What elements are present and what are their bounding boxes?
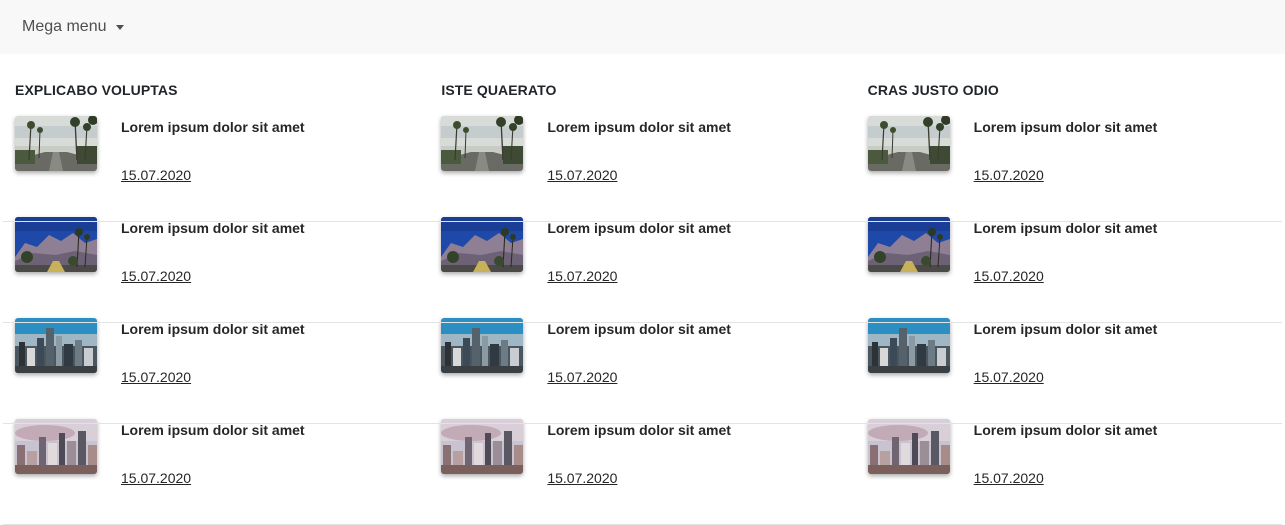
article-date-link[interactable]: 15.07.2020 — [547, 468, 617, 488]
article-text: Lorem ipsum dolor sit amet 15.07.2020 — [974, 116, 1158, 217]
article-text: Lorem ipsum dolor sit amet 15.07.2020 — [974, 419, 1158, 520]
column-title: EXPLICABO VOLUPTAS — [15, 82, 178, 98]
article-date-link[interactable]: 15.07.2020 — [547, 266, 617, 286]
article-thumbnail[interactable] — [441, 217, 524, 272]
caret-down-icon — [115, 25, 124, 30]
article-text: Lorem ipsum dolor sit amet 15.07.2020 — [547, 419, 731, 520]
menu-column: CRAS JUSTO ODIO Lorem ipsum dolor sit am… — [856, 80, 1282, 520]
mega-menu-toggle[interactable]: Mega menu — [22, 18, 124, 36]
article-title: Lorem ipsum dolor sit amet — [121, 119, 305, 135]
article-title: Lorem ipsum dolor sit amet — [973, 119, 1158, 135]
article-item[interactable]: Lorem ipsum dolor sit amet 15.07.2020 — [3, 116, 429, 217]
article-thumbnail[interactable] — [867, 419, 950, 474]
article-date-link[interactable]: 15.07.2020 — [121, 165, 191, 185]
mega-menu-label: Mega menu — [22, 18, 107, 35]
article-thumbnail[interactable] — [441, 116, 524, 171]
article-item[interactable]: Lorem ipsum dolor sit amet 15.07.2020 — [429, 419, 855, 520]
article-thumbnail[interactable] — [867, 217, 950, 272]
article-text: Lorem ipsum dolor sit amet 15.07.2020 — [547, 318, 731, 419]
top-navbar: Mega menu — [0, 0, 1285, 54]
article-date-link[interactable]: 15.07.2020 — [121, 367, 191, 387]
column-title: ISTE QUAERATO — [441, 82, 557, 98]
article-date-link[interactable]: 15.07.2020 — [974, 468, 1044, 488]
article-date-link[interactable]: 15.07.2020 — [547, 165, 617, 185]
article-item[interactable]: Lorem ipsum dolor sit amet 15.07.2020 — [429, 217, 855, 318]
article-item[interactable]: Lorem ipsum dolor sit amet 15.07.2020 — [856, 116, 1282, 217]
article-item[interactable]: Lorem ipsum dolor sit amet 15.07.2020 — [856, 419, 1282, 520]
article-date-link[interactable]: 15.07.2020 — [121, 266, 191, 286]
article-thumbnail[interactable] — [15, 116, 97, 171]
article-date-link[interactable]: 15.07.2020 — [121, 468, 191, 488]
article-thumbnail[interactable] — [867, 116, 950, 171]
article-text: Lorem ipsum dolor sit amet 15.07.2020 — [121, 419, 305, 520]
article-text: Lorem ipsum dolor sit amet 15.07.2020 — [974, 217, 1158, 318]
article-item[interactable]: Lorem ipsum dolor sit amet 15.07.2020 — [429, 318, 855, 419]
article-title: Lorem ipsum dolor sit amet — [547, 119, 731, 135]
article-item[interactable]: Lorem ipsum dolor sit amet 15.07.2020 — [856, 318, 1282, 419]
article-text: Lorem ipsum dolor sit amet 15.07.2020 — [974, 318, 1158, 419]
article-text: Lorem ipsum dolor sit amet 15.07.2020 — [547, 116, 731, 217]
article-item[interactable]: Lorem ipsum dolor sit amet 15.07.2020 — [3, 318, 429, 419]
article-item[interactable]: Lorem ipsum dolor sit amet 15.07.2020 — [856, 217, 1282, 318]
menu-column: ISTE QUAERATO Lorem ipsum dolor sit amet… — [429, 80, 855, 520]
article-date-link[interactable]: 15.07.2020 — [974, 266, 1044, 286]
row-divider — [3, 221, 1282, 222]
article-text: Lorem ipsum dolor sit amet 15.07.2020 — [121, 116, 305, 217]
article-text: Lorem ipsum dolor sit amet 15.07.2020 — [121, 217, 305, 318]
column-title: CRAS JUSTO ODIO — [867, 82, 999, 98]
menu-column: EXPLICABO VOLUPTAS Lorem ipsum dolor sit… — [3, 80, 429, 520]
article-thumbnail[interactable] — [867, 318, 950, 373]
article-thumbnail[interactable] — [441, 318, 524, 373]
article-thumbnail[interactable] — [441, 419, 524, 474]
mega-menu-panel: EXPLICABO VOLUPTAS Lorem ipsum dolor sit… — [3, 54, 1282, 525]
article-thumbnail[interactable] — [15, 318, 97, 373]
row-divider — [3, 423, 1282, 424]
article-thumbnail[interactable] — [15, 419, 97, 474]
article-item[interactable]: Lorem ipsum dolor sit amet 15.07.2020 — [3, 217, 429, 318]
article-item[interactable]: Lorem ipsum dolor sit amet 15.07.2020 — [3, 419, 429, 520]
article-thumbnail[interactable] — [15, 217, 97, 272]
article-date-link[interactable]: 15.07.2020 — [974, 165, 1044, 185]
article-text: Lorem ipsum dolor sit amet 15.07.2020 — [547, 217, 731, 318]
article-date-link[interactable]: 15.07.2020 — [547, 367, 617, 387]
article-date-link[interactable]: 15.07.2020 — [974, 367, 1044, 387]
article-text: Lorem ipsum dolor sit amet 15.07.2020 — [121, 318, 305, 419]
row-divider — [3, 322, 1282, 323]
article-item[interactable]: Lorem ipsum dolor sit amet 15.07.2020 — [429, 116, 855, 217]
